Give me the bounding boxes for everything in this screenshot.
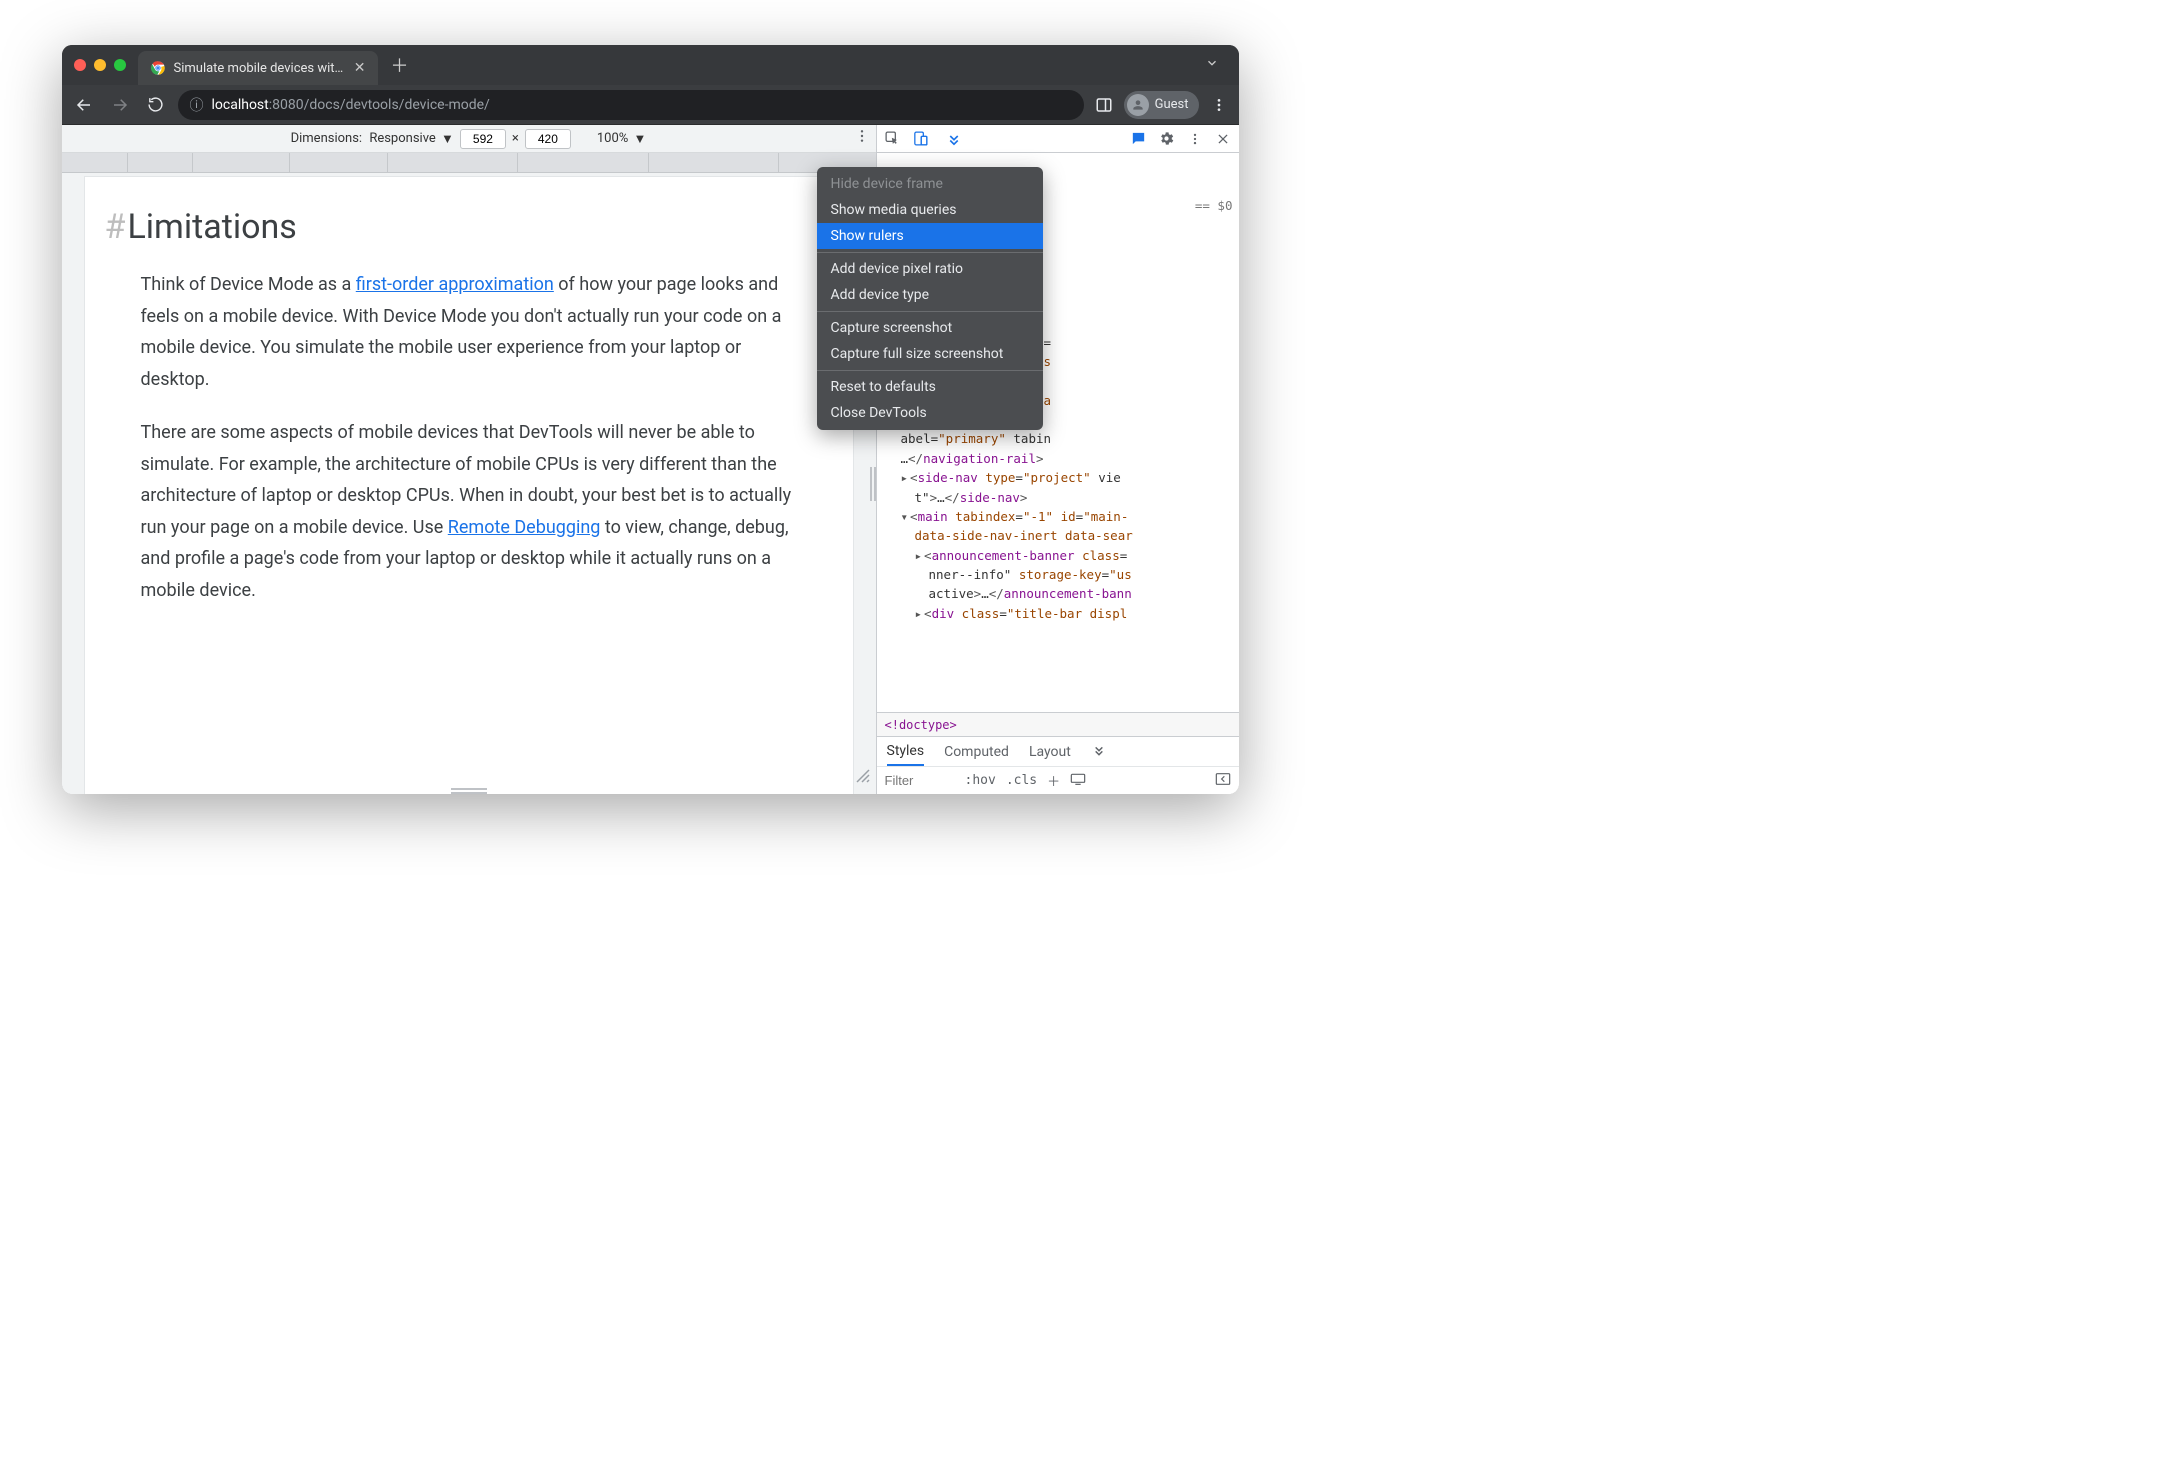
styles-tabs-overflow[interactable]	[1091, 742, 1107, 762]
browser-tab[interactable]: Simulate mobile devices with D ✕	[138, 51, 378, 85]
dom-line[interactable]: data-side-nav-inert data-sear	[883, 526, 1239, 545]
dom-line[interactable]: abel="primary" tabin	[883, 429, 1239, 448]
chrome-icon	[150, 60, 166, 76]
resize-corner-icon[interactable]	[854, 767, 870, 788]
maximize-window-button[interactable]	[114, 59, 126, 71]
settings-icon[interactable]	[1157, 129, 1177, 149]
page-heading: #Limitations	[105, 207, 813, 247]
toolbar: ⓘ localhost:8080/docs/devtools/device-mo…	[62, 85, 1239, 125]
tab-computed[interactable]: Computed	[944, 744, 1009, 760]
responsive-viewport: #Limitations Think of Device Mode as a f…	[62, 173, 876, 794]
paragraph-2: There are some aspects of mobile devices…	[141, 417, 813, 606]
dimensions-label: Dimensions:	[291, 131, 363, 146]
devtools-close-button[interactable]	[1213, 129, 1233, 149]
traffic-lights	[74, 59, 126, 71]
dimensions-dropdown[interactable]: Dimensions: Responsive ▼	[291, 131, 454, 147]
link-first-order[interactable]: first-order approximation	[356, 274, 554, 295]
tab-title: Simulate mobile devices with D	[174, 61, 346, 76]
window-titlebar: Simulate mobile devices with D ✕ ＋	[62, 45, 1239, 85]
paragraph-1: Think of Device Mode as a first-order ap…	[141, 269, 813, 395]
inspect-icon[interactable]	[883, 129, 903, 149]
zoom-dropdown[interactable]: 100% ▼	[597, 131, 647, 147]
dom-line[interactable]: …</navigation-rail>	[883, 449, 1239, 468]
menu-item[interactable]: Close DevTools	[817, 400, 1043, 426]
side-panel-button[interactable]	[1092, 93, 1116, 117]
avatar-icon	[1127, 94, 1149, 116]
menu-item[interactable]: Add device pixel ratio	[817, 256, 1043, 282]
forward-button[interactable]	[106, 91, 134, 119]
tabs-dropdown-button[interactable]	[1197, 56, 1227, 74]
dom-line[interactable]: nner--info" storage-key="us	[883, 565, 1239, 584]
reload-button[interactable]	[142, 91, 170, 119]
device-toolbar-more-button[interactable]	[854, 128, 870, 148]
hov-toggle[interactable]: :hov	[965, 773, 996, 788]
dom-line[interactable]: ▾<main tabindex="-1" id="main-	[883, 507, 1239, 526]
styles-tabs: Styles Computed Layout	[877, 736, 1239, 766]
dom-line[interactable]: t">…</side-nav>	[883, 488, 1239, 507]
address-bar[interactable]: ⓘ localhost:8080/docs/devtools/device-mo…	[178, 90, 1084, 120]
device-mode-icon[interactable]	[911, 129, 931, 149]
page-content: #Limitations Think of Device Mode as a f…	[85, 177, 853, 794]
menu-item[interactable]: Show media queries	[817, 197, 1043, 223]
new-style-rule-button[interactable]: ＋	[1047, 771, 1060, 790]
close-window-button[interactable]	[74, 59, 86, 71]
profile-button[interactable]: Guest	[1124, 91, 1199, 119]
menu-item[interactable]: Capture screenshot	[817, 315, 1043, 341]
back-button[interactable]	[70, 91, 98, 119]
ruler-horizontal	[62, 153, 876, 173]
device-toolbar-context-menu[interactable]: Hide device frameShow media queriesShow …	[817, 167, 1043, 430]
chrome-menu-button[interactable]	[1207, 93, 1231, 117]
minimize-window-button[interactable]	[94, 59, 106, 71]
resize-handle-bottom[interactable]	[451, 788, 487, 794]
styles-filter-input[interactable]	[885, 773, 955, 788]
styles-filter-row: :hov .cls ＋	[877, 766, 1239, 794]
feedback-icon[interactable]	[1129, 129, 1149, 149]
times-label: ×	[512, 131, 519, 146]
devtools-kebab[interactable]	[1185, 129, 1205, 149]
close-tab-button[interactable]: ✕	[354, 60, 366, 76]
menu-item: Hide device frame	[817, 171, 1043, 197]
menu-item[interactable]: Capture full size screenshot	[817, 341, 1043, 367]
link-remote-debugging[interactable]: Remote Debugging	[448, 517, 601, 538]
menu-item[interactable]: Show rulers	[817, 223, 1043, 249]
url-text: localhost:8080/docs/devtools/device-mode…	[212, 97, 490, 113]
devtools-toolbar	[877, 125, 1239, 153]
device-toolbar: Dimensions: Responsive ▼ × 100% ▼	[62, 125, 876, 153]
menu-item[interactable]: Add device type	[817, 282, 1043, 308]
height-input[interactable]	[525, 129, 571, 149]
devtools-tabs-overflow[interactable]	[945, 130, 963, 148]
dom-line[interactable]: active>…</announcement-bann	[883, 584, 1239, 603]
menu-item[interactable]: Reset to defaults	[817, 374, 1043, 400]
resize-handle-right[interactable]	[870, 467, 876, 501]
tab-layout[interactable]: Layout	[1029, 744, 1071, 760]
new-tab-button[interactable]: ＋	[386, 51, 414, 79]
dom-line[interactable]: ▸<announcement-banner class=	[883, 546, 1239, 565]
dom-breadcrumb[interactable]: <!doctype>	[877, 712, 1239, 736]
toggle-device-classes-icon[interactable]	[1070, 772, 1086, 790]
toggle-sidebar-button[interactable]	[1215, 772, 1231, 790]
width-input[interactable]	[460, 129, 506, 149]
profile-label: Guest	[1155, 97, 1189, 112]
tab-styles[interactable]: Styles	[887, 737, 925, 766]
dom-line[interactable]: ▸<div class="title-bar displ	[883, 604, 1239, 623]
site-info-icon[interactable]: ⓘ	[190, 95, 204, 115]
dom-line[interactable]: ▸<side-nav type="project" vie	[883, 468, 1239, 487]
cls-toggle[interactable]: .cls	[1006, 773, 1037, 788]
